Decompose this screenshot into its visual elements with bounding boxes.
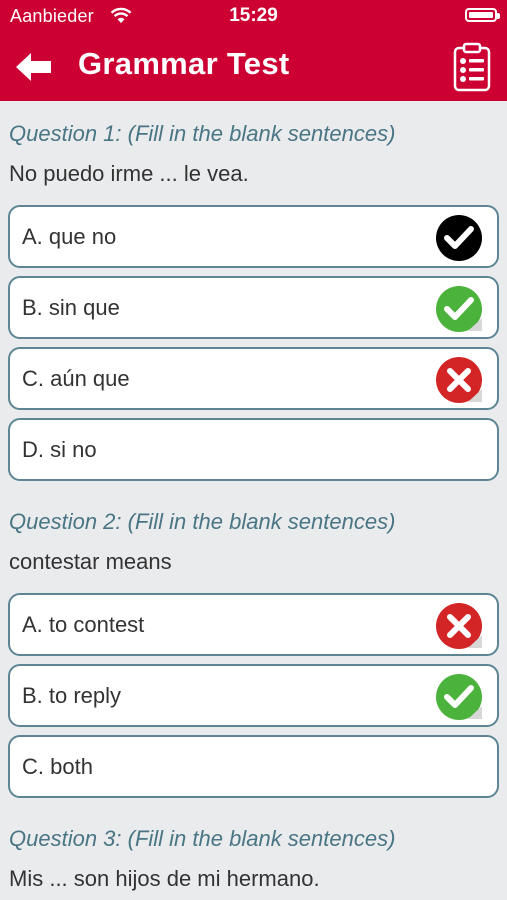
answer-label: D. si no [22, 437, 97, 462]
answer-label: B. sin que [22, 295, 120, 320]
question-text: contestar means [9, 549, 172, 574]
selected-check-icon [436, 215, 482, 261]
question-title: Question 1: (Fill in the blank sentences… [9, 121, 396, 146]
answer-label: A. to contest [22, 612, 145, 637]
answer-label: C. aún que [22, 366, 130, 391]
question-title: Question 2: (Fill in the blank sentences… [9, 509, 396, 534]
answer-option[interactable]: B. sin que [8, 276, 499, 339]
answer-label: A. que no [22, 224, 117, 249]
answer-option[interactable]: C. both [8, 735, 499, 798]
question-text: No puedo irme ... le vea. [9, 161, 249, 186]
answer-option[interactable]: B. to reply [8, 664, 499, 727]
correct-check-icon [436, 286, 482, 332]
correct-check-icon [436, 674, 482, 720]
answer-option[interactable]: C. aún que [8, 347, 499, 410]
answer-option[interactable]: D. si no [8, 418, 499, 481]
back-arrow-icon[interactable] [14, 50, 54, 84]
app-header: Aanbieder 15:29 Grammar Test [0, 0, 507, 101]
question-title: Question 3: (Fill in the blank sentences… [9, 826, 396, 851]
answer-label: C. both [22, 754, 93, 779]
question-text: Mis ... son hijos de mi hermano. [9, 866, 320, 891]
wrong-cross-icon [436, 603, 482, 649]
page-title: Grammar Test [78, 46, 290, 81]
battery-icon [465, 8, 500, 22]
status-bar: Aanbieder 15:29 [0, 0, 507, 32]
answer-option[interactable]: A. que no [8, 205, 499, 268]
clipboard-checklist-icon[interactable] [452, 42, 492, 92]
wrong-cross-icon [436, 357, 482, 403]
answer-label: B. to reply [22, 683, 122, 708]
clock-label: 15:29 [229, 5, 278, 26]
answer-option[interactable]: A. to contest [8, 593, 499, 656]
